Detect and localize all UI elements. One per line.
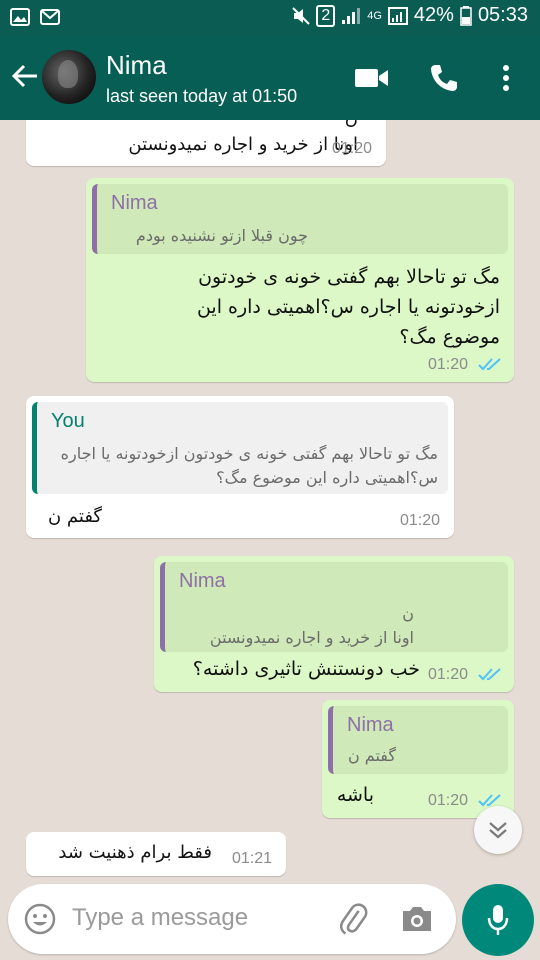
quote-text: ن اونا از خرید و اجاره نمیدونستن xyxy=(209,604,414,647)
battery-icon xyxy=(460,5,472,26)
message-text: خب دونستنش تاثیری داشته؟ xyxy=(192,658,420,680)
message-outgoing[interactable]: Nima ن اونا از خرید و اجاره نمیدونستن خب… xyxy=(154,556,514,692)
quoted-message[interactable]: You مگ تو تاحالا بهم گفتی خونه ی خودتون … xyxy=(32,402,448,494)
quote-text: گفتم ن xyxy=(347,746,396,765)
clock: 05:33 xyxy=(477,4,528,26)
quote-author: You xyxy=(51,410,85,432)
message-text: گفتم ن xyxy=(47,506,102,527)
read-ticks-icon xyxy=(478,358,501,371)
message-incoming[interactable]: فقط برام ذهنیت شد 01:21 xyxy=(26,832,286,876)
message-time: 01:20 xyxy=(428,666,469,683)
emoji-icon[interactable] xyxy=(24,903,56,935)
message-time: 01:20 xyxy=(428,792,469,809)
status-indicators: 2 4G 42% 05:33 xyxy=(292,4,528,27)
scroll-to-bottom-button[interactable] xyxy=(474,806,522,854)
back-arrow-icon xyxy=(11,64,37,88)
video-call-button[interactable] xyxy=(352,58,392,98)
quoted-message[interactable]: Nima چون قبلا ازتو نشنیده بودم xyxy=(92,184,508,254)
quote-text: چون قبلا ازتو نشنیده بودم xyxy=(135,226,308,245)
message-outgoing[interactable]: Nima گفتم ن باشه 01:20 xyxy=(322,700,514,818)
last-seen-status: last seen today at 01:50 xyxy=(106,86,298,106)
back-button[interactable] xyxy=(10,60,40,92)
sim-indicator: 2 xyxy=(316,4,336,27)
mic-icon xyxy=(487,905,509,935)
quote-author: Nima xyxy=(347,714,394,736)
message-list[interactable]: ن اونا از خرید و اجاره نمیدونستن 01:20 N… xyxy=(0,120,540,880)
message-text: فقط برام ذهنیت شد xyxy=(58,842,212,863)
message-outgoing[interactable]: Nima چون قبلا ازتو نشنیده بودم مگ تو تاح… xyxy=(86,178,514,382)
video-call-icon xyxy=(355,69,388,87)
read-ticks-icon xyxy=(478,668,501,681)
message-incoming[interactable]: You مگ تو تاحالا بهم گفتی خونه ی خودتون … xyxy=(26,396,454,538)
message-time: 01:20 xyxy=(332,140,373,157)
status-bar: 2 4G 42% 05:33 xyxy=(0,0,540,36)
quoted-message[interactable]: Nima گفتم ن xyxy=(328,706,508,774)
battery-percent: 42% xyxy=(413,4,454,26)
attach-icon[interactable] xyxy=(336,902,370,936)
avatar[interactable] xyxy=(42,50,96,104)
message-incoming[interactable]: ن اونا از خرید و اجاره نمیدونستن 01:20 xyxy=(26,120,386,166)
message-composer: Type a message xyxy=(8,884,456,954)
network-type: 4G xyxy=(367,9,382,22)
quote-author: Nima xyxy=(111,192,158,214)
chat-header: Nima last seen today at 01:50 xyxy=(0,36,540,120)
message-time: 01:20 xyxy=(400,512,441,529)
message-time: 01:21 xyxy=(232,850,273,867)
contact-name[interactable]: Nima xyxy=(106,50,167,81)
message-text: مگ تو تاحالا بهم گفتی خونه ی خودتون ازخو… xyxy=(196,266,500,348)
message-time: 01:20 xyxy=(428,356,469,373)
message-input[interactable]: Type a message xyxy=(72,904,248,932)
signal-icon xyxy=(342,7,361,24)
more-options-button[interactable] xyxy=(486,58,526,98)
phone-icon xyxy=(431,65,457,91)
mute-icon xyxy=(292,6,311,25)
message-text: ن اونا از خرید و اجاره نمیدونستن xyxy=(128,120,358,155)
signal-2-icon xyxy=(387,6,408,25)
voice-call-button[interactable] xyxy=(424,58,464,98)
voice-record-button[interactable] xyxy=(462,884,534,956)
double-chevron-down-icon xyxy=(489,822,507,839)
gallery-notification-icon xyxy=(10,8,30,26)
camera-icon[interactable] xyxy=(400,904,434,934)
status-notifications xyxy=(10,8,60,26)
message-text: باشه xyxy=(336,784,374,806)
quote-author: Nima xyxy=(179,570,226,592)
quoted-message[interactable]: Nima ن اونا از خرید و اجاره نمیدونستن xyxy=(160,562,508,652)
more-vert-icon xyxy=(503,65,509,91)
quote-text: مگ تو تاحالا بهم گفتی خونه ی خودتون ازخو… xyxy=(60,444,438,487)
mail-notification-icon xyxy=(40,9,60,25)
